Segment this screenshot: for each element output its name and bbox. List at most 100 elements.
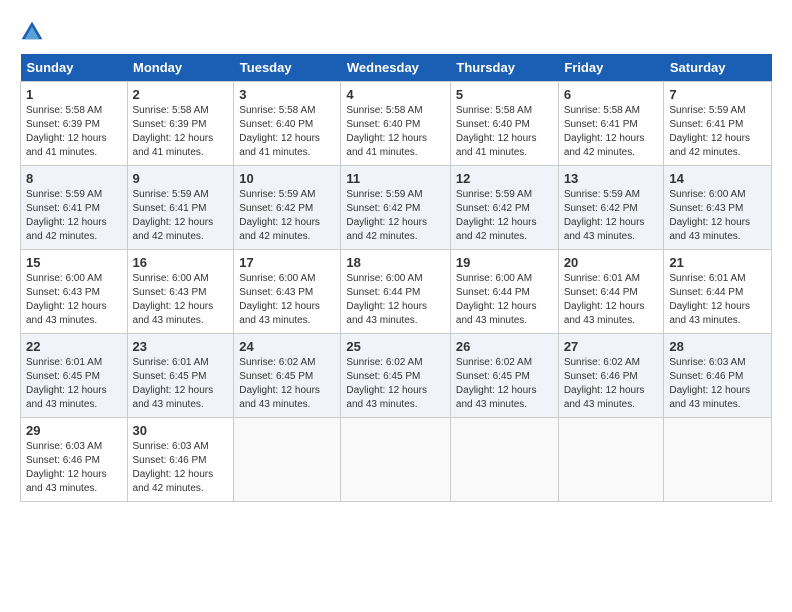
calendar-cell <box>234 418 341 502</box>
day-number: 11 <box>346 171 445 186</box>
day-number: 29 <box>26 423 122 438</box>
day-info: Sunrise: 6:03 AMSunset: 6:46 PMDaylight:… <box>669 357 750 410</box>
day-info: Sunrise: 5:58 AMSunset: 6:40 PMDaylight:… <box>346 105 427 158</box>
calendar-cell: 1Sunrise: 5:58 AMSunset: 6:39 PMDaylight… <box>21 82 128 166</box>
day-info: Sunrise: 5:59 AMSunset: 6:41 PMDaylight:… <box>669 105 750 158</box>
day-info: Sunrise: 6:03 AMSunset: 6:46 PMDaylight:… <box>133 441 214 494</box>
calendar-cell: 30 Sunrise: 6:03 AMSunset: 6:46 PMDayligh… <box>127 418 234 502</box>
calendar-cell: 27 Sunrise: 6:02 AMSunset: 6:46 PMDayligh… <box>558 334 664 418</box>
logo <box>20 20 46 44</box>
page-header <box>20 20 772 44</box>
day-info: Sunrise: 5:59 AMSunset: 6:42 PMDaylight:… <box>346 189 427 242</box>
calendar-week-4: 22 Sunrise: 6:01 AMSunset: 6:45 PMDayligh… <box>21 334 772 418</box>
calendar-cell: 24Sunrise: 6:02 AMSunset: 6:45 PMDayligh… <box>234 334 341 418</box>
calendar-cell: 4 Sunrise: 5:58 AMSunset: 6:40 PMDaylight… <box>341 82 451 166</box>
day-number: 9 <box>133 171 229 186</box>
day-info: Sunrise: 6:02 AMSunset: 6:45 PMDaylight:… <box>456 357 537 410</box>
day-number: 20 <box>564 255 659 270</box>
calendar-cell: 13 Sunrise: 5:59 AMSunset: 6:42 PMDayligh… <box>558 166 664 250</box>
calendar-cell: 21Sunrise: 6:01 AMSunset: 6:44 PMDayligh… <box>664 250 772 334</box>
day-number: 13 <box>564 171 659 186</box>
day-header-thursday: Thursday <box>450 54 558 82</box>
day-number: 4 <box>346 87 445 102</box>
day-number: 14 <box>669 171 766 186</box>
calendar-cell: 14 Sunrise: 6:00 AMSunset: 6:43 PMDayligh… <box>664 166 772 250</box>
calendar-cell: 6 Sunrise: 5:58 AMSunset: 6:41 PMDaylight… <box>558 82 664 166</box>
day-header-wednesday: Wednesday <box>341 54 451 82</box>
day-number: 12 <box>456 171 553 186</box>
day-number: 28 <box>669 339 766 354</box>
day-info: Sunrise: 6:00 AMSunset: 6:43 PMDaylight:… <box>133 273 214 326</box>
day-number: 10 <box>239 171 335 186</box>
calendar-table: SundayMondayTuesdayWednesdayThursdayFrid… <box>20 54 772 502</box>
day-number: 6 <box>564 87 659 102</box>
calendar-cell <box>341 418 451 502</box>
day-header-saturday: Saturday <box>664 54 772 82</box>
day-header-tuesday: Tuesday <box>234 54 341 82</box>
calendar-cell: 9 Sunrise: 5:59 AMSunset: 6:41 PMDaylight… <box>127 166 234 250</box>
day-info: Sunrise: 6:02 AMSunset: 6:45 PMDaylight:… <box>239 357 320 410</box>
day-info: Sunrise: 5:59 AMSunset: 6:42 PMDaylight:… <box>239 189 320 242</box>
calendar-cell: 12Sunrise: 5:59 AMSunset: 6:42 PMDayligh… <box>450 166 558 250</box>
day-info: Sunrise: 6:02 AMSunset: 6:46 PMDaylight:… <box>564 357 645 410</box>
day-info: Sunrise: 6:00 AMSunset: 6:43 PMDaylight:… <box>26 273 107 326</box>
calendar-cell: 20 Sunrise: 6:01 AMSunset: 6:44 PMDayligh… <box>558 250 664 334</box>
day-number: 18 <box>346 255 445 270</box>
day-number: 16 <box>133 255 229 270</box>
day-number: 26 <box>456 339 553 354</box>
day-number: 25 <box>346 339 445 354</box>
calendar-cell: 23 Sunrise: 6:01 AMSunset: 6:45 PMDayligh… <box>127 334 234 418</box>
day-number: 30 <box>133 423 229 438</box>
day-info: Sunrise: 5:58 AMSunset: 6:39 PMDaylight:… <box>26 105 107 158</box>
day-info: Sunrise: 6:02 AMSunset: 6:45 PMDaylight:… <box>346 357 427 410</box>
calendar-cell: 10 Sunrise: 5:59 AMSunset: 6:42 PMDayligh… <box>234 166 341 250</box>
calendar-cell <box>664 418 772 502</box>
day-info: Sunrise: 6:01 AMSunset: 6:44 PMDaylight:… <box>564 273 645 326</box>
calendar-week-2: 8 Sunrise: 5:59 AMSunset: 6:41 PMDaylight… <box>21 166 772 250</box>
day-info: Sunrise: 5:59 AMSunset: 6:42 PMDaylight:… <box>564 189 645 242</box>
calendar-cell: 19 Sunrise: 6:00 AMSunset: 6:44 PMDayligh… <box>450 250 558 334</box>
calendar-cell: 8 Sunrise: 5:59 AMSunset: 6:41 PMDaylight… <box>21 166 128 250</box>
day-info: Sunrise: 5:59 AMSunset: 6:41 PMDaylight:… <box>26 189 107 242</box>
day-info: Sunrise: 6:00 AMSunset: 6:44 PMDaylight:… <box>456 273 537 326</box>
calendar-cell <box>450 418 558 502</box>
day-number: 7 <box>669 87 766 102</box>
day-number: 5 <box>456 87 553 102</box>
calendar-header-row: SundayMondayTuesdayWednesdayThursdayFrid… <box>21 54 772 82</box>
day-info: Sunrise: 5:58 AMSunset: 6:39 PMDaylight:… <box>133 105 214 158</box>
day-number: 23 <box>133 339 229 354</box>
calendar-cell: 11 Sunrise: 5:59 AMSunset: 6:42 PMDayligh… <box>341 166 451 250</box>
day-number: 27 <box>564 339 659 354</box>
day-number: 22 <box>26 339 122 354</box>
day-info: Sunrise: 6:01 AMSunset: 6:45 PMDaylight:… <box>26 357 107 410</box>
calendar-week-3: 15Sunrise: 6:00 AMSunset: 6:43 PMDayligh… <box>21 250 772 334</box>
calendar-cell <box>558 418 664 502</box>
calendar-cell: 18Sunrise: 6:00 AMSunset: 6:44 PMDayligh… <box>341 250 451 334</box>
day-info: Sunrise: 5:58 AMSunset: 6:40 PMDaylight:… <box>456 105 537 158</box>
day-info: Sunrise: 5:59 AMSunset: 6:41 PMDaylight:… <box>133 189 214 242</box>
calendar-cell: 22 Sunrise: 6:01 AMSunset: 6:45 PMDayligh… <box>21 334 128 418</box>
calendar-cell: 25 Sunrise: 6:02 AMSunset: 6:45 PMDayligh… <box>341 334 451 418</box>
day-info: Sunrise: 6:00 AMSunset: 6:43 PMDaylight:… <box>239 273 320 326</box>
day-info: Sunrise: 6:00 AMSunset: 6:43 PMDaylight:… <box>669 189 750 242</box>
day-number: 21 <box>669 255 766 270</box>
day-info: Sunrise: 6:03 AMSunset: 6:46 PMDaylight:… <box>26 441 107 494</box>
calendar-cell: 7 Sunrise: 5:59 AMSunset: 6:41 PMDaylight… <box>664 82 772 166</box>
calendar-cell: 2 Sunrise: 5:58 AMSunset: 6:39 PMDaylight… <box>127 82 234 166</box>
calendar-cell: 3Sunrise: 5:58 AMSunset: 6:40 PMDaylight… <box>234 82 341 166</box>
calendar-cell: 5 Sunrise: 5:58 AMSunset: 6:40 PMDaylight… <box>450 82 558 166</box>
calendar-cell: 26 Sunrise: 6:02 AMSunset: 6:45 PMDayligh… <box>450 334 558 418</box>
day-number: 2 <box>133 87 229 102</box>
day-number: 8 <box>26 171 122 186</box>
calendar-week-5: 29 Sunrise: 6:03 AMSunset: 6:46 PMDayligh… <box>21 418 772 502</box>
calendar-cell: 16 Sunrise: 6:00 AMSunset: 6:43 PMDayligh… <box>127 250 234 334</box>
day-info: Sunrise: 6:01 AMSunset: 6:45 PMDaylight:… <box>133 357 214 410</box>
day-number: 19 <box>456 255 553 270</box>
logo-icon <box>20 20 44 44</box>
calendar-cell: 17Sunrise: 6:00 AMSunset: 6:43 PMDayligh… <box>234 250 341 334</box>
day-header-sunday: Sunday <box>21 54 128 82</box>
day-info: Sunrise: 5:58 AMSunset: 6:41 PMDaylight:… <box>564 105 645 158</box>
day-info: Sunrise: 5:58 AMSunset: 6:40 PMDaylight:… <box>239 105 320 158</box>
day-header-friday: Friday <box>558 54 664 82</box>
day-header-monday: Monday <box>127 54 234 82</box>
